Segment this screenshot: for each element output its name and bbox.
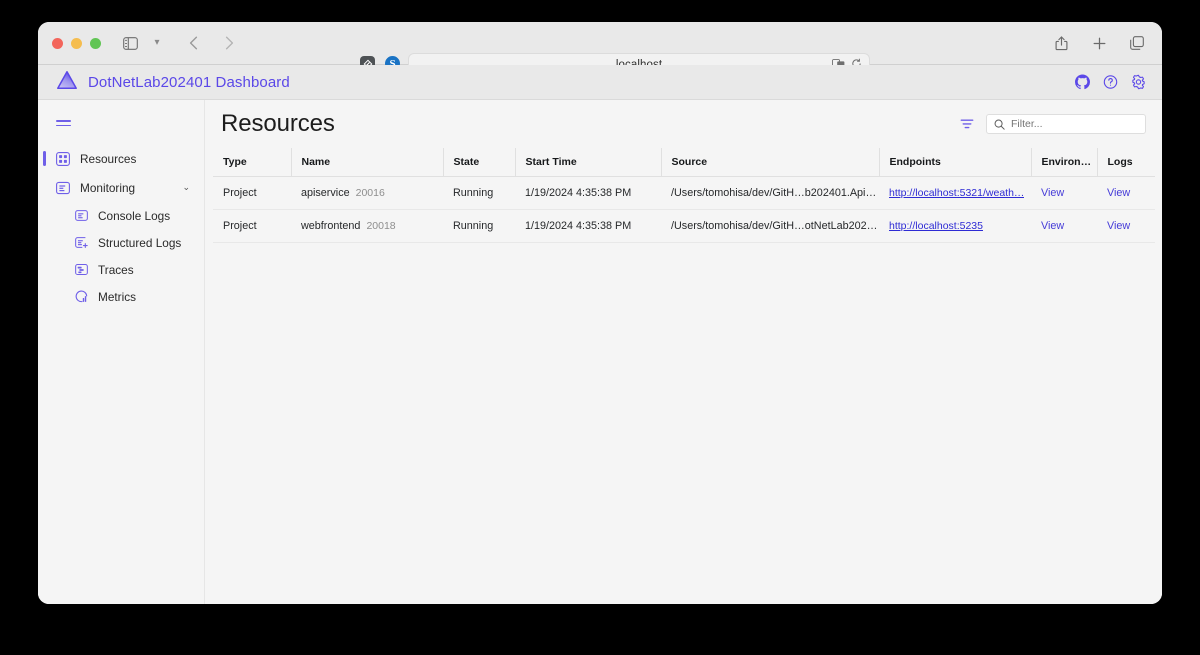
table-row[interactable]: Project apiservice 20016 Running 1/19/202… [213, 176, 1155, 210]
search-icon [994, 119, 1005, 130]
logs-view-link[interactable]: View [1107, 220, 1130, 232]
cell-source: /Users/tomohisa/dev/GitH…b202401.ApiSer… [661, 176, 879, 210]
cell-type: Project [213, 176, 291, 210]
help-icon[interactable] [1103, 75, 1118, 90]
resource-name: apiservice [301, 187, 350, 199]
new-tab-plus-icon[interactable] [1088, 32, 1110, 54]
cell-start-time: 1/19/2024 4:35:38 PM [515, 209, 661, 243]
endpoint-link[interactable]: http://localhost:5235 [889, 220, 983, 232]
cell-state: Running [443, 176, 515, 210]
environment-view-link[interactable]: View [1041, 187, 1064, 199]
logs-view-link[interactable]: View [1107, 187, 1130, 199]
cell-type: Project [213, 209, 291, 243]
sidebar-monitoring-subitems: Console Logs Structured Logs Traces Metr… [38, 202, 204, 310]
window-traffic-lights [52, 37, 101, 49]
filter-search-box[interactable] [986, 114, 1146, 134]
cell-start-time: 1/19/2024 4:35:38 PM [515, 176, 661, 210]
brand-area: DotNetLab202401 Dashboard [56, 70, 290, 95]
sidebar-item-resources[interactable]: Resources [38, 144, 204, 173]
column-header-logs[interactable]: Logs [1097, 148, 1155, 177]
table-body: Project apiservice 20016 Running 1/19/202… [213, 176, 1155, 243]
github-icon[interactable] [1075, 74, 1090, 90]
desktop-background: ▾ S DotNetLab202401 Dashboard Resources … [0, 0, 1200, 655]
sidebar-item-monitoring[interactable]: Monitoring ⌄ [38, 173, 204, 202]
sidebar-subitem-label: Traces [98, 262, 134, 277]
structured-logs-icon [74, 236, 88, 250]
dashboard-title: DotNetLab202401 Dashboard [88, 73, 290, 91]
cell-endpoints: http://localhost:5321/weath… [879, 176, 1031, 210]
column-header-state[interactable]: State [443, 148, 516, 177]
sidebar-item-metrics[interactable]: Metrics [56, 283, 204, 310]
monitoring-icon [56, 181, 70, 195]
table-header-row: Type Name State Start Time Source Endpoi… [213, 148, 1155, 177]
column-header-type[interactable]: Type [213, 148, 292, 177]
app-body: Resources Monitoring ⌄ Console Logs Stru… [38, 100, 1162, 604]
forward-chevron-right-icon[interactable] [218, 32, 240, 54]
sidebar-subitem-label: Structured Logs [98, 235, 182, 250]
resource-pid: 20016 [355, 187, 385, 199]
console-logs-icon [74, 209, 88, 223]
zoom-window-button[interactable] [90, 37, 101, 49]
close-window-button[interactable] [52, 37, 63, 49]
cell-name: webfrontend 20018 [291, 209, 443, 243]
resources-table-container: Type Name State Start Time Source Endpoi… [205, 148, 1155, 243]
sidebar: Resources Monitoring ⌄ Console Logs Stru… [38, 100, 205, 604]
browser-window: ▾ S DotNetLab202401 Dashboard Resources … [38, 22, 1162, 604]
cell-name: apiservice 20016 [291, 176, 443, 210]
dashboard-header-actions [1075, 74, 1146, 90]
page-toolbar [960, 114, 1146, 136]
sidebar-item-console-logs[interactable]: Console Logs [56, 202, 204, 229]
cell-logs: View [1097, 209, 1155, 243]
browser-toolbar: ▾ S [38, 22, 1162, 77]
sidebar-item-structured-logs[interactable]: Structured Logs [56, 229, 204, 256]
back-chevron-left-icon[interactable] [182, 32, 204, 54]
column-header-environment[interactable]: Environ… [1031, 148, 1098, 177]
cell-source: /Users/tomohisa/dev/GitH…otNetLab202401… [661, 209, 879, 243]
browser-right-actions [1050, 32, 1148, 54]
sidebar-item-traces[interactable]: Traces [56, 256, 204, 283]
environment-view-link[interactable]: View [1041, 220, 1064, 232]
sidebar-subitem-label: Console Logs [98, 208, 171, 223]
sidebar-item-label: Resources [80, 151, 137, 166]
sidebar-dropdown-chevron-down-icon[interactable]: ▾ [146, 32, 168, 54]
cell-logs: View [1097, 176, 1155, 210]
navigation-controls [182, 32, 240, 54]
sidebar-toggle-icon[interactable] [119, 32, 141, 54]
column-header-endpoints[interactable]: Endpoints [879, 148, 1032, 177]
dashboard-header: DotNetLab202401 Dashboard [38, 65, 1162, 100]
resources-table: Type Name State Start Time Source Endpoi… [213, 148, 1155, 243]
table-header: Type Name State Start Time Source Endpoi… [213, 148, 1155, 177]
table-row[interactable]: Project webfrontend 20018 Running 1/19/20… [213, 209, 1155, 243]
minimize-window-button[interactable] [71, 37, 82, 49]
cell-endpoints: http://localhost:5235 [879, 209, 1031, 243]
traces-icon [74, 263, 88, 277]
share-icon[interactable] [1050, 32, 1072, 54]
hamburger-menu-icon[interactable] [46, 108, 80, 138]
endpoint-link[interactable]: http://localhost:5321/weath… [889, 187, 1024, 199]
cell-state: Running [443, 209, 515, 243]
sidebar-subitem-label: Metrics [98, 289, 137, 304]
metrics-icon [74, 290, 88, 304]
page-header: Resources [205, 100, 1146, 148]
column-header-name[interactable]: Name [291, 148, 444, 177]
page-title: Resources [221, 110, 335, 137]
cell-environment: View [1031, 176, 1097, 210]
tabs-overview-icon[interactable] [1126, 32, 1148, 54]
resource-name: webfrontend [301, 220, 361, 232]
resource-pid: 20018 [366, 220, 396, 232]
resources-grid-icon [56, 151, 70, 166]
settings-gear-icon[interactable] [1131, 74, 1146, 90]
chevron-down-icon[interactable]: ⌄ [182, 183, 190, 192]
sidebar-item-label: Monitoring [80, 180, 136, 195]
filter-icon[interactable] [960, 117, 974, 131]
cell-environment: View [1031, 209, 1097, 243]
column-header-start-time[interactable]: Start Time [515, 148, 662, 177]
column-header-source[interactable]: Source [661, 148, 880, 177]
aspire-triangle-logo-icon [56, 70, 78, 95]
filter-input[interactable] [1011, 118, 1138, 130]
main-content: Resources Filter... Type Name State Star… [205, 100, 1162, 604]
sidebar-controls: ▾ [119, 32, 168, 54]
